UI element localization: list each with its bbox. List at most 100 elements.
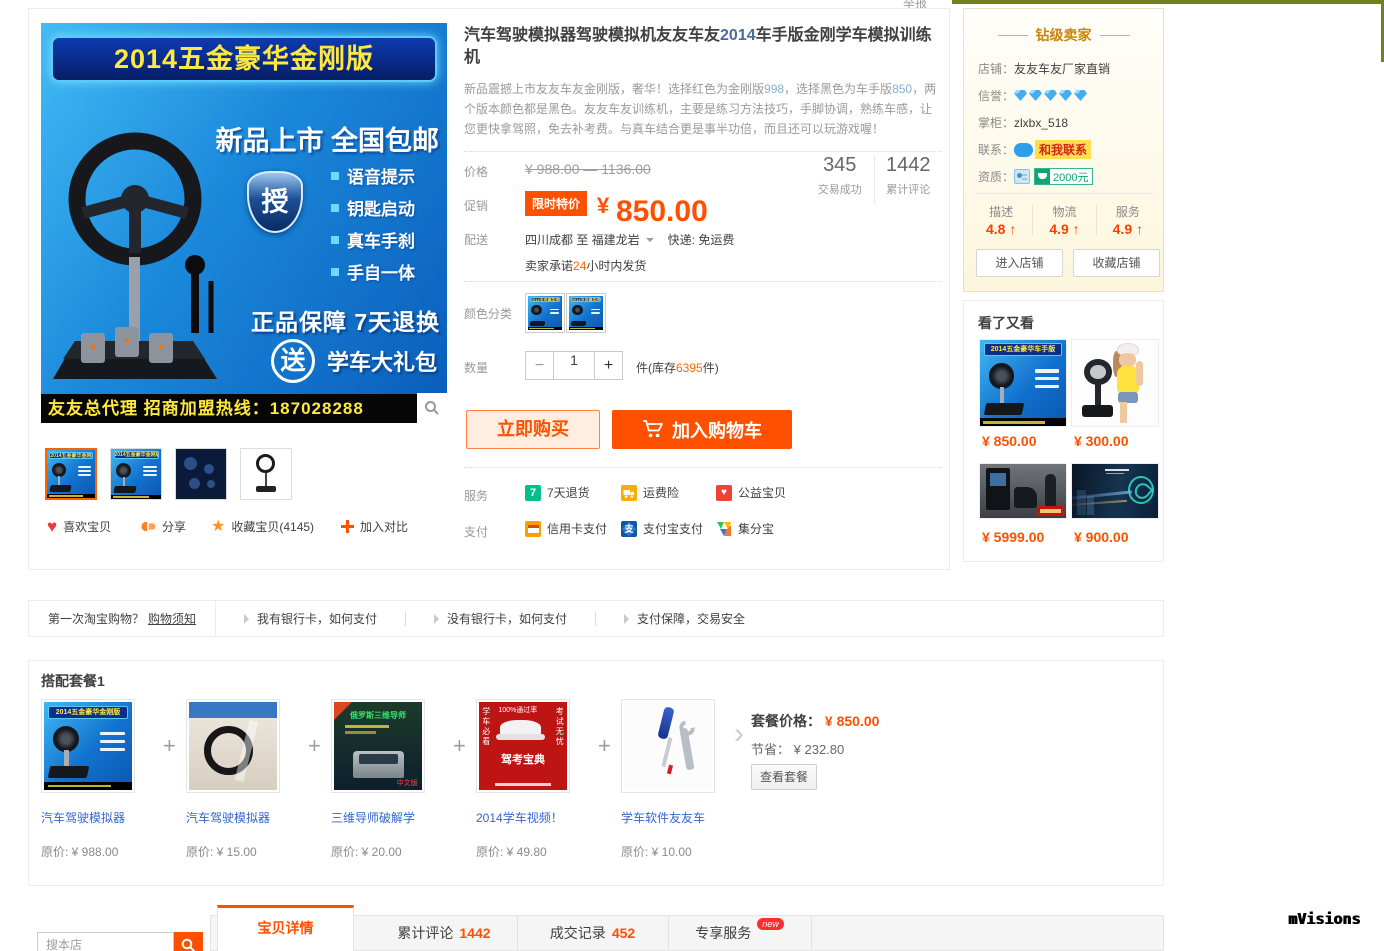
rating-service: 服务 4.9 ↑ bbox=[1112, 205, 1143, 237]
faq-link-3[interactable]: 支付保障，交易安全 bbox=[596, 601, 773, 636]
service-charity[interactable]: ♥ 公益宝贝 bbox=[716, 484, 786, 501]
gallery-thumb-2[interactable]: 2014五金豪华金刚版 bbox=[110, 448, 162, 500]
seller-panel: 钻级卖家 店铺： 友友车友厂家直销 信誉： 掌柜： zlxbx_518 联系： 和我联… bbox=[963, 8, 1164, 292]
seven-day-return-icon: 7 bbox=[525, 484, 541, 501]
gallery-thumb-3[interactable] bbox=[175, 448, 227, 500]
shopping-guide-link[interactable]: 购物须知 bbox=[148, 610, 196, 627]
buy-now-button[interactable]: 立即购买 bbox=[466, 410, 600, 449]
share-icon bbox=[141, 521, 156, 532]
also-viewed-price-1[interactable]: ¥ 850.00 bbox=[982, 433, 1070, 449]
cart-icon bbox=[643, 420, 663, 438]
poster-feature: 手自一体 bbox=[331, 259, 415, 284]
shipping-promise: 卖家承诺24小时内发货 bbox=[525, 259, 647, 273]
seller-contact-row: 联系： 和我联系 bbox=[978, 136, 1153, 163]
bundle-section: 搭配套餐1 2014五金豪华金刚版 + + 俄罗斯三维导师 中文版 + 学车必看 1… bbox=[28, 660, 1164, 886]
bundle-item-name-3[interactable]: 三维导师破解学 bbox=[331, 809, 441, 826]
bundle-item-price-1: 原价: ¥ 988.00 bbox=[41, 845, 119, 859]
bundle-item-image-1[interactable]: 2014五金豪华金刚版 bbox=[41, 699, 135, 793]
divider bbox=[464, 281, 942, 282]
favorite-shop-button[interactable]: 收藏店铺 bbox=[1073, 249, 1160, 277]
up-arrow-icon: ↑ bbox=[1072, 221, 1080, 237]
original-price: ¥ 988.00 — 1136.00 bbox=[525, 161, 651, 177]
service-return[interactable]: 7 7天退货 bbox=[525, 484, 590, 501]
seller-shop-row: 店铺： 友友车友厂家直销 bbox=[978, 60, 1111, 77]
also-viewed-price-4[interactable]: ¥ 900.00 bbox=[1074, 529, 1162, 545]
also-viewed-thumb-1[interactable]: 2014五金豪华车手版 bbox=[979, 339, 1067, 427]
product-subtitle: 新品震撼上市友友车友金刚版，奢华！选择红色为金刚版998，选择黑色为车手版850… bbox=[464, 82, 937, 136]
quantity-input[interactable]: 1 bbox=[553, 351, 595, 380]
heart-icon: ♥ bbox=[47, 517, 58, 536]
plus-separator: + bbox=[308, 733, 321, 758]
thumb-poster: 2014五金豪华金刚版 bbox=[111, 449, 161, 499]
also-viewed-price-3[interactable]: ¥ 5999.00 bbox=[982, 529, 1070, 545]
diamond-icon bbox=[1074, 90, 1088, 101]
enter-shop-button[interactable]: 进入店铺 bbox=[976, 249, 1063, 277]
bundle-item-name-2[interactable]: 汽车驾驶模拟器 bbox=[186, 809, 296, 826]
like-item-button[interactable]: ♥ 喜欢宝贝 bbox=[47, 518, 111, 535]
share-button[interactable]: 分享 bbox=[141, 518, 186, 535]
tab-exclusive-service[interactable]: 专享服务 new bbox=[668, 916, 811, 950]
gallery-thumb-4[interactable] bbox=[240, 448, 292, 500]
shipping-route[interactable]: 四川成都 至 福建龙岩 快递: 免运费 bbox=[525, 231, 734, 248]
quantity-plus-button[interactable]: + bbox=[594, 351, 623, 380]
also-viewed-thumb-3[interactable] bbox=[979, 463, 1067, 519]
shop-name[interactable]: 友友车友厂家直销 bbox=[1014, 60, 1110, 77]
view-bundle-button[interactable]: 查看套餐 bbox=[751, 764, 817, 790]
shop-search-button[interactable] bbox=[174, 932, 203, 951]
page-top-edge bbox=[952, 0, 1384, 4]
bundle-item-price-5: 原价: ¥ 10.00 bbox=[621, 845, 692, 859]
tab-reviews[interactable]: 累计评论 1442 bbox=[371, 916, 517, 950]
also-viewed-thumb-4[interactable] bbox=[1071, 463, 1159, 519]
product-title: 汽车驾驶模拟器驾驶模拟机友友车友2014车手版金刚学车模拟训练机 bbox=[464, 27, 932, 66]
main-product-image[interactable]: 2014五金豪华金刚版 新品上市 全国包邮 授 语音提示 钥匙启动 真车手刹 手… bbox=[41, 23, 447, 423]
chat-bubble-icon[interactable] bbox=[1014, 142, 1034, 157]
payment-jifenbao[interactable]: 集分宝 bbox=[716, 520, 774, 537]
add-to-cart-button[interactable]: 加入购物车 bbox=[612, 410, 792, 449]
bundle-item-name-1[interactable]: 汽车驾驶模拟器 bbox=[41, 809, 151, 826]
bundle-item-name-5[interactable]: 学车软件友友车 bbox=[621, 809, 731, 826]
bundle-item-image-3[interactable]: 俄罗斯三维导师 中文版 bbox=[331, 699, 425, 793]
bundle-item-image-4[interactable]: 学车必看 100%通过率 考试无忧 驾考宝典 bbox=[476, 699, 570, 793]
compare-button[interactable]: 加入对比 bbox=[341, 518, 408, 535]
quantity-minus-button[interactable]: − bbox=[525, 351, 554, 380]
poster-feature: 钥匙启动 bbox=[331, 195, 415, 220]
steering-wheel-graphic bbox=[53, 132, 217, 379]
deals-stat[interactable]: 345 交易成功 bbox=[806, 153, 874, 205]
bundle-save-line: 节省： ¥ 232.80 bbox=[751, 742, 845, 757]
sku-option-1[interactable]: 2014五金豪华金刚版 bbox=[525, 293, 565, 333]
favorite-item-button[interactable]: ★ 收藏宝贝(4145) bbox=[211, 518, 314, 535]
search-icon bbox=[181, 938, 196, 951]
service-freight-insurance[interactable]: 运费险 bbox=[621, 484, 679, 501]
id-verification-icon[interactable] bbox=[1014, 169, 1031, 184]
tab-item-detail[interactable]: 宝贝详情 bbox=[217, 905, 354, 951]
payment-alipay[interactable]: 支支付宝支付 bbox=[621, 520, 703, 537]
shop-search-input[interactable] bbox=[37, 932, 174, 951]
contact-me-button[interactable]: 和我联系 bbox=[1035, 140, 1092, 159]
credit-diamond-icons bbox=[1014, 90, 1088, 101]
plus-separator: + bbox=[453, 733, 466, 758]
seller-cert-row: 资质： 2000元 bbox=[978, 163, 1153, 190]
alipay-icon: 支 bbox=[621, 520, 637, 537]
payment-credit-card[interactable]: 信用卡支付 bbox=[525, 520, 607, 537]
gallery-thumb-1[interactable]: 2014五金豪华金刚版 bbox=[45, 448, 97, 500]
bundle-price-line: 套餐价格： ¥ 850.00 bbox=[751, 713, 880, 729]
also-viewed-thumb-2[interactable] bbox=[1071, 339, 1159, 427]
faq-link-2[interactable]: 没有银行卡，如何支付 bbox=[406, 601, 595, 636]
tab-sales-record[interactable]: 成交记录 452 bbox=[517, 916, 668, 950]
also-viewed-title: 看了又看 bbox=[978, 315, 1034, 331]
zoom-icon[interactable] bbox=[417, 393, 447, 423]
sku-option-2[interactable]: 2014五金豪华金刚版 bbox=[566, 293, 606, 333]
deposit-badge[interactable]: 2000元 bbox=[1034, 168, 1093, 185]
chevron-down-icon[interactable] bbox=[645, 238, 654, 246]
faq-link-1[interactable]: 我有银行卡，如何支付 bbox=[216, 601, 405, 636]
bundle-item-name-4[interactable]: 2014学车视频！ bbox=[476, 809, 586, 826]
also-viewed-price-2[interactable]: ¥ 300.00 bbox=[1074, 433, 1162, 449]
carousel-next-icon[interactable]: › bbox=[734, 717, 744, 751]
shipping-label: 配送 bbox=[464, 233, 489, 247]
reviews-stat[interactable]: 1442 累计评论 bbox=[875, 153, 943, 205]
poster-headline: 新品上市 全国包邮 bbox=[215, 126, 439, 156]
bundle-item-price-3: 原价: ¥ 20.00 bbox=[331, 845, 402, 859]
credit-card-icon bbox=[525, 520, 541, 537]
bundle-item-image-2[interactable] bbox=[186, 699, 280, 793]
bundle-item-image-5[interactable] bbox=[621, 699, 715, 793]
